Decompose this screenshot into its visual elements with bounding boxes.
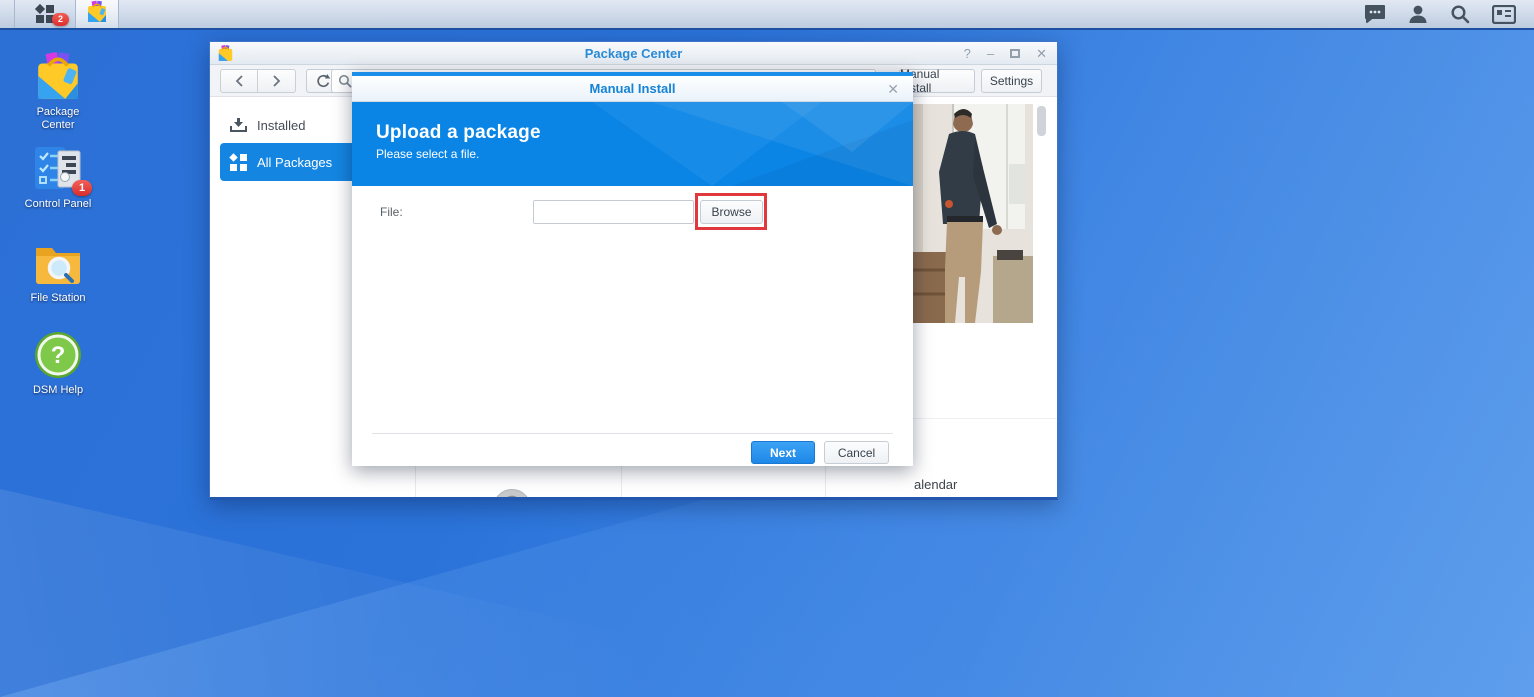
chevron-right-icon xyxy=(272,75,281,87)
banner-title: Upload a package xyxy=(376,122,541,144)
dialog-titlebar[interactable]: Manual Install ✕ xyxy=(352,76,913,102)
control-panel-badge: 1 xyxy=(72,180,92,196)
banner-subtitle: Please select a file. xyxy=(376,147,541,161)
desktop-icon-control-panel[interactable]: 1 Control Panel xyxy=(12,144,104,211)
package-center-icon xyxy=(217,45,234,67)
search-icon xyxy=(338,74,352,88)
desktop-icon-file-station[interactable]: File Station xyxy=(12,238,104,305)
scrollbar-thumb[interactable] xyxy=(1037,106,1046,136)
desktop-icon-label: Control Panel xyxy=(12,198,104,211)
settings-button[interactable]: Settings xyxy=(981,69,1042,93)
taskbar: 2 xyxy=(0,0,1534,30)
spotlight-photo xyxy=(909,104,1033,323)
dialog-title: Manual Install xyxy=(352,81,913,96)
package-title-partial: alendar xyxy=(914,477,957,492)
package-center-icon xyxy=(32,52,84,102)
file-path-input[interactable] xyxy=(533,200,694,224)
package-center-icon xyxy=(85,0,109,29)
notification-badge: 2 xyxy=(52,13,69,26)
next-button[interactable]: Next xyxy=(751,441,815,464)
dsm-help-icon: ? xyxy=(32,330,84,380)
window-titlebar[interactable]: Package Center ? – ✕ xyxy=(210,42,1057,65)
footer-divider xyxy=(372,433,893,434)
svg-text:?: ? xyxy=(51,342,66,369)
desktop-icon-label: DSM Help xyxy=(12,384,104,397)
minimize-button[interactable]: – xyxy=(987,42,994,65)
back-button[interactable] xyxy=(220,69,258,93)
chat-icon[interactable] xyxy=(1364,4,1386,24)
close-icon[interactable]: ✕ xyxy=(887,76,899,102)
window-title: Package Center xyxy=(210,46,1057,61)
file-station-icon xyxy=(32,238,84,288)
installed-icon xyxy=(230,118,247,133)
user-icon[interactable] xyxy=(1408,4,1428,24)
maximize-button[interactable] xyxy=(1010,49,1020,58)
refresh-icon xyxy=(316,74,331,89)
browse-button[interactable]: Browse xyxy=(700,200,763,224)
control-panel-icon: 1 xyxy=(32,144,84,194)
close-button[interactable]: ✕ xyxy=(1036,42,1047,65)
dialog-banner: Upload a package Please select a file. xyxy=(352,102,913,186)
all-packages-icon xyxy=(230,154,247,171)
chevron-left-icon xyxy=(235,75,244,87)
desktop-icon-label: Package Center xyxy=(12,106,104,132)
main-menu-button[interactable]: 2 xyxy=(14,0,76,28)
sidebar-item-label: Installed xyxy=(257,118,305,133)
taskbar-package-center-button[interactable] xyxy=(76,0,119,28)
desktop: 2 xyxy=(0,0,1534,697)
forward-button[interactable] xyxy=(258,69,296,93)
desktop-icon-dsm-help[interactable]: ? DSM Help xyxy=(12,330,104,397)
help-button[interactable]: ? xyxy=(964,42,971,65)
package-category-partial: oductivity, Colla... xyxy=(914,496,999,500)
search-icon[interactable] xyxy=(1450,4,1470,24)
sidebar-item-label: All Packages xyxy=(257,155,332,170)
file-field-label: File: xyxy=(380,205,403,219)
widgets-icon[interactable] xyxy=(1492,5,1516,24)
desktop-icon-package-center[interactable]: Package Center xyxy=(12,52,104,132)
manual-install-dialog: Manual Install ✕ Upload a package Please… xyxy=(352,72,913,466)
cancel-button[interactable]: Cancel xyxy=(824,441,889,464)
desktop-icon-label: File Station xyxy=(12,292,104,305)
dialog-footer: Next Cancel xyxy=(352,433,913,466)
dialog-body: File: Browse xyxy=(352,186,913,433)
package-icon-partial xyxy=(493,489,531,500)
